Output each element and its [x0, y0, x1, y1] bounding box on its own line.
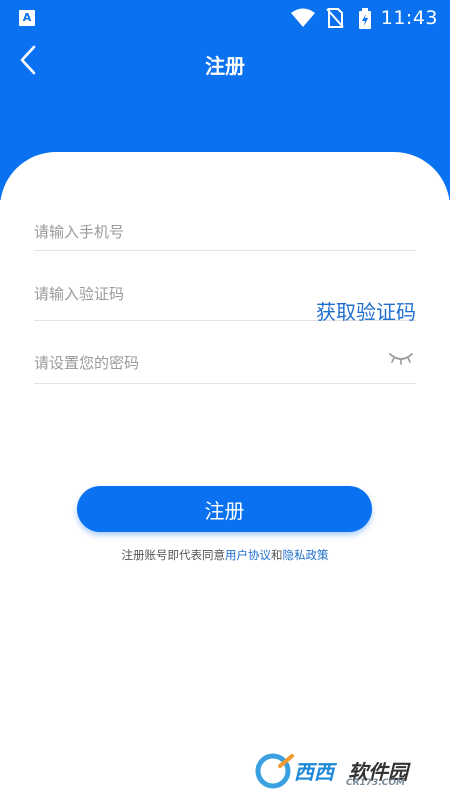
- password-field: [34, 351, 416, 384]
- battery-charging-icon: [358, 8, 372, 34]
- status-bar: A 11:43: [0, 0, 450, 36]
- watermark-site: CR173.COM: [346, 778, 405, 788]
- wifi-icon: [290, 8, 316, 32]
- user-agreement-link[interactable]: 用户协议: [225, 548, 271, 562]
- phone-input[interactable]: [34, 220, 294, 244]
- agreement-prefix: 注册账号即代表同意: [121, 548, 226, 562]
- verification-code-field: 获取验证码: [34, 282, 416, 324]
- agreement-text: 注册账号即代表同意用户协议和隐私政策: [0, 547, 450, 563]
- verification-code-input[interactable]: [34, 282, 294, 306]
- app-notification-icon: A: [19, 10, 35, 26]
- phone-field: [34, 220, 416, 251]
- register-button[interactable]: 注册: [77, 486, 372, 532]
- watermark-brand: 西西: [294, 760, 334, 784]
- no-sim-icon: [326, 8, 344, 32]
- get-code-button[interactable]: 获取验证码: [316, 296, 416, 325]
- page-title: 注册: [205, 54, 245, 78]
- nav-bar: 注册: [0, 36, 450, 90]
- status-time: 11:43: [380, 7, 438, 29]
- agreement-conjunction: 和: [271, 548, 283, 562]
- watermark-logo: 西西 软件园 CR173.COM: [254, 752, 430, 790]
- password-input[interactable]: [34, 351, 294, 375]
- privacy-policy-link[interactable]: 隐私政策: [283, 548, 329, 562]
- eye-closed-icon[interactable]: [388, 348, 414, 372]
